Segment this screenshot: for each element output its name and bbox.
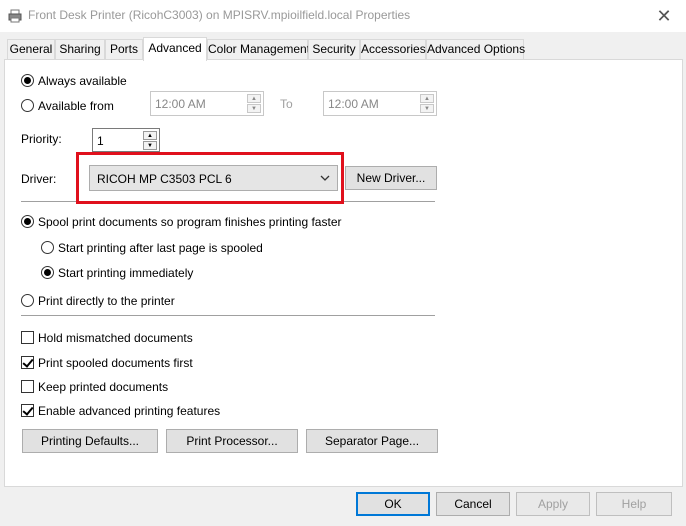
- priority-label: Priority:: [21, 132, 62, 146]
- start-after-last-page-radio[interactable]: [41, 241, 54, 254]
- tab-accessories[interactable]: Accessories: [360, 39, 426, 59]
- start-immediately-label[interactable]: Start printing immediately: [58, 266, 193, 280]
- always-available-radio[interactable]: [21, 74, 34, 87]
- enable-advanced-features-checkbox[interactable]: [21, 404, 34, 417]
- ok-button[interactable]: OK: [356, 492, 430, 516]
- title-bar: Front Desk Printer (RicohC3003) on MPISR…: [0, 0, 686, 32]
- available-from-label[interactable]: Available from: [38, 99, 114, 113]
- new-driver-button[interactable]: New Driver...: [345, 166, 437, 190]
- priority-spinner[interactable]: ▲ ▼: [143, 131, 157, 150]
- tab-general[interactable]: General: [7, 39, 55, 59]
- hold-mismatched-label[interactable]: Hold mismatched documents: [38, 331, 193, 345]
- close-icon[interactable]: ✕: [651, 4, 677, 28]
- print-processor-button[interactable]: Print Processor...: [166, 429, 298, 453]
- spin-up-icon[interactable]: ▲: [420, 94, 434, 103]
- printing-defaults-button[interactable]: Printing Defaults...: [22, 429, 158, 453]
- driver-highlight-box: [76, 152, 344, 204]
- tab-ports[interactable]: Ports: [105, 39, 143, 59]
- priority-value: 1: [97, 134, 104, 148]
- print-spooled-first-checkbox[interactable]: [21, 356, 34, 369]
- available-from-radio[interactable]: [21, 99, 34, 112]
- enable-advanced-features-label[interactable]: Enable advanced printing features: [38, 404, 220, 418]
- window-title: Front Desk Printer (RicohC3003) on MPISR…: [28, 8, 411, 22]
- separator-line: [21, 315, 435, 316]
- keep-printed-checkbox[interactable]: [21, 380, 34, 393]
- print-directly-radio[interactable]: [21, 294, 34, 307]
- tab-color-management[interactable]: Color Management: [207, 39, 310, 59]
- start-after-last-page-label[interactable]: Start printing after last page is spoole…: [58, 241, 263, 255]
- apply-button[interactable]: Apply: [516, 492, 590, 516]
- tab-security[interactable]: Security: [308, 39, 360, 59]
- separator-page-button[interactable]: Separator Page...: [306, 429, 438, 453]
- spin-up-icon[interactable]: ▲: [247, 94, 261, 103]
- tab-sharing[interactable]: Sharing: [55, 39, 105, 59]
- printer-icon: [8, 9, 22, 23]
- priority-field[interactable]: 1 ▲ ▼: [92, 128, 160, 152]
- always-available-label[interactable]: Always available: [38, 74, 127, 88]
- start-immediately-radio[interactable]: [41, 266, 54, 279]
- cancel-button[interactable]: Cancel: [436, 492, 510, 516]
- print-directly-label[interactable]: Print directly to the printer: [38, 294, 175, 308]
- spin-up-icon[interactable]: ▲: [143, 131, 157, 140]
- hold-mismatched-checkbox[interactable]: [21, 331, 34, 344]
- to-label: To: [280, 97, 293, 111]
- to-time-field[interactable]: 12:00 AM ▲ ▼: [323, 91, 437, 116]
- keep-printed-label[interactable]: Keep printed documents: [38, 380, 168, 394]
- from-time-spinner[interactable]: ▲ ▼: [247, 94, 261, 113]
- help-button[interactable]: Help: [596, 492, 672, 516]
- driver-label: Driver:: [21, 172, 57, 186]
- from-time-field[interactable]: 12:00 AM ▲ ▼: [150, 91, 264, 116]
- tab-advanced-options[interactable]: Advanced Options: [426, 39, 525, 59]
- spin-down-icon[interactable]: ▼: [143, 141, 157, 150]
- to-time-value: 12:00 AM: [328, 97, 379, 111]
- spool-label[interactable]: Spool print documents so program finishe…: [38, 215, 342, 229]
- print-spooled-first-label[interactable]: Print spooled documents first: [38, 356, 193, 370]
- from-time-value: 12:00 AM: [155, 97, 206, 111]
- spin-down-icon[interactable]: ▼: [247, 104, 261, 113]
- spool-radio[interactable]: [21, 215, 34, 228]
- spin-down-icon[interactable]: ▼: [420, 104, 434, 113]
- tab-advanced[interactable]: Advanced: [143, 37, 207, 61]
- to-time-spinner[interactable]: ▲ ▼: [420, 94, 434, 113]
